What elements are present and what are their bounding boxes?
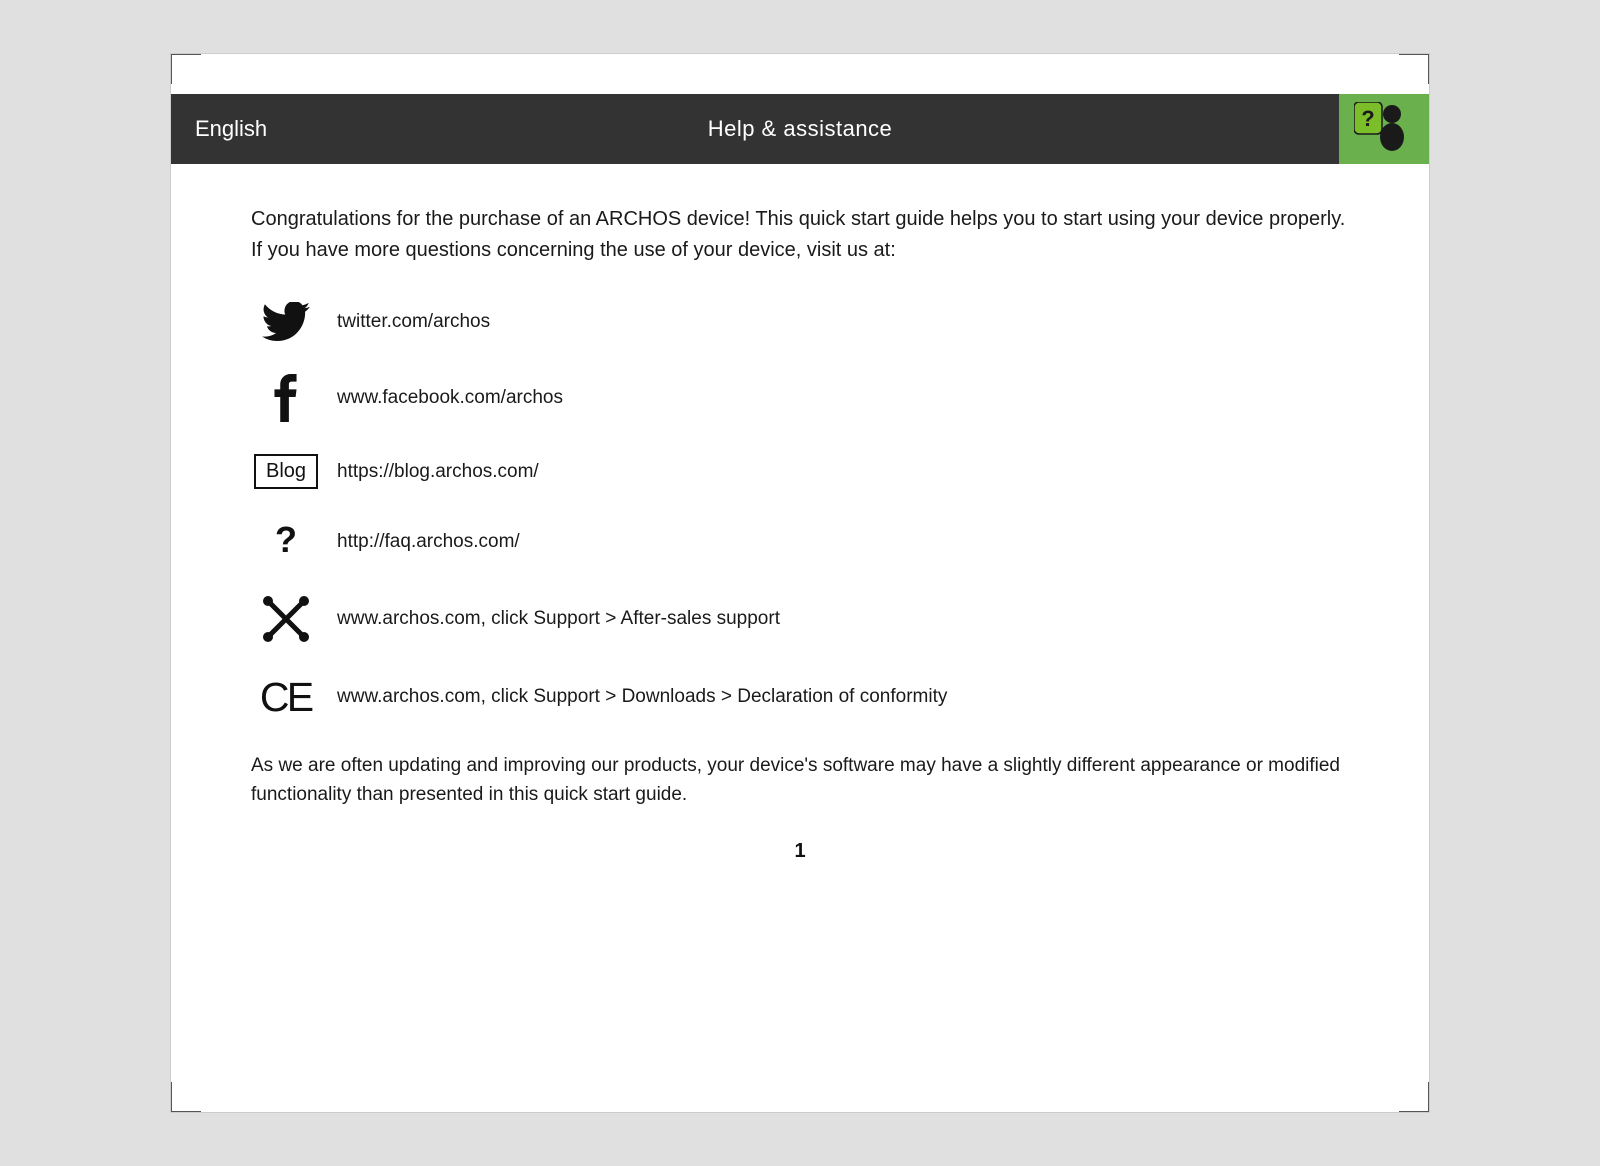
svg-text:CE: CE: [260, 675, 313, 719]
page-number: 1: [251, 840, 1349, 863]
ce-link: www.archos.com, click Support > Download…: [337, 686, 947, 708]
faq-icon: ?: [251, 521, 321, 563]
blog-link: https://blog.archos.com/: [337, 461, 539, 483]
intro-paragraph: Congratulations for the purchase of an A…: [251, 204, 1349, 266]
page-title: Help & assistance: [708, 116, 893, 142]
corner-mark-tl: [171, 54, 201, 84]
blog-icon: Blog: [251, 454, 321, 489]
help-icon-container: ?: [1339, 94, 1429, 164]
svg-text:?: ?: [275, 521, 297, 560]
header-bar: English Help & assistance ?: [171, 94, 1429, 164]
ce-icon: CE: [251, 675, 321, 719]
twitter-row: twitter.com/archos: [251, 302, 1349, 342]
twitter-link: twitter.com/archos: [337, 311, 490, 333]
language-label: English: [171, 116, 291, 142]
blog-row: Blog https://blog.archos.com/: [251, 454, 1349, 489]
tools-row: www.archos.com, click Support > After-sa…: [251, 595, 1349, 643]
ce-row: CE www.archos.com, click Support > Downl…: [251, 675, 1349, 719]
facebook-link: www.facebook.com/archos: [337, 387, 563, 409]
page: English Help & assistance ? Congratulati…: [170, 53, 1430, 1113]
content-area: Congratulations for the purchase of an A…: [171, 164, 1429, 903]
tools-icon: [251, 595, 321, 643]
corner-mark-br: [1399, 1082, 1429, 1112]
corner-mark-tr: [1399, 54, 1429, 84]
facebook-row: www.facebook.com/archos: [251, 374, 1349, 422]
twitter-icon: [251, 302, 321, 342]
blog-box-label: Blog: [254, 454, 318, 489]
facebook-icon: [251, 374, 321, 422]
tools-link: www.archos.com, click Support > After-sa…: [337, 608, 780, 630]
help-person-icon: ?: [1354, 102, 1414, 157]
footer-paragraph: As we are often updating and improving o…: [251, 751, 1349, 810]
svg-text:?: ?: [1361, 106, 1374, 131]
faq-link: http://faq.archos.com/: [337, 531, 520, 553]
corner-mark-bl: [171, 1082, 201, 1112]
faq-row: ? http://faq.archos.com/: [251, 521, 1349, 563]
